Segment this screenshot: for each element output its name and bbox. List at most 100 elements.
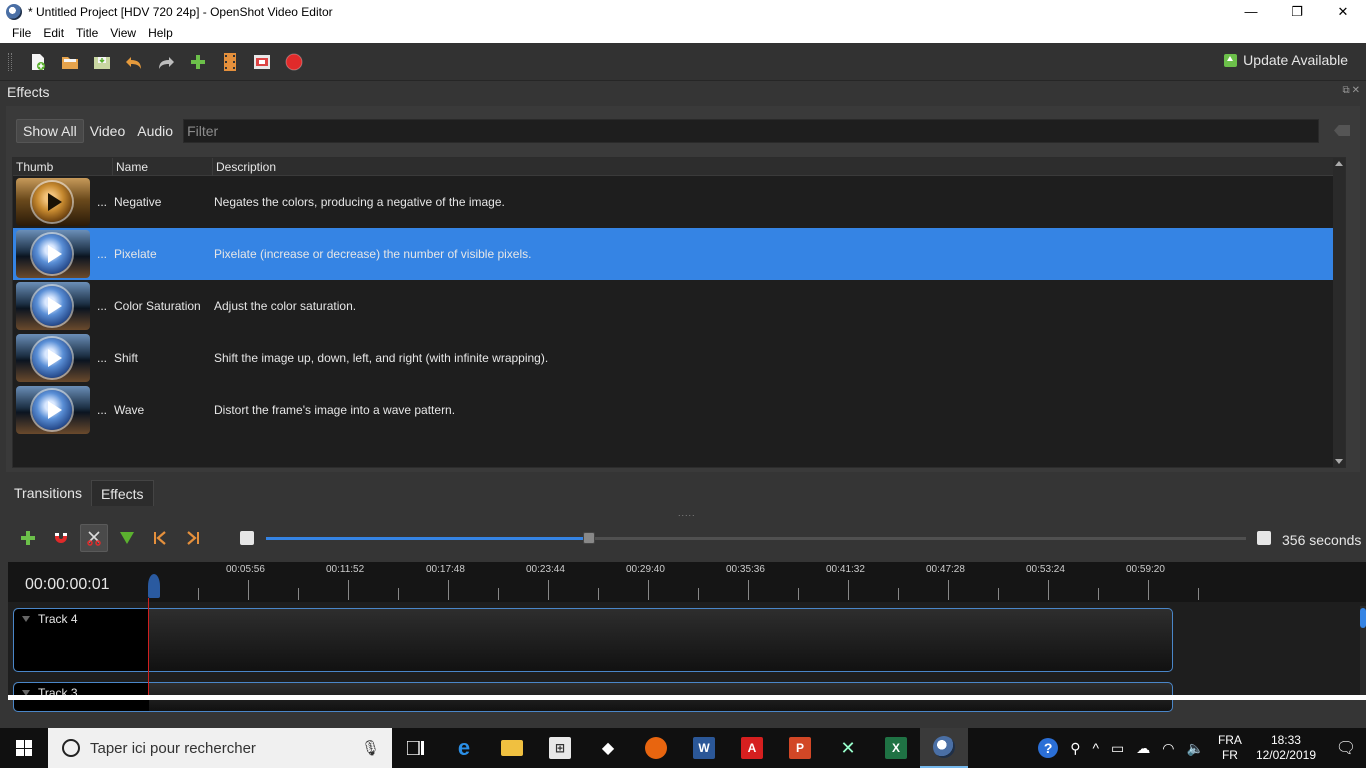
- timeline-scrollbar[interactable]: [1360, 606, 1366, 700]
- ruler-minor-tick: [198, 588, 199, 600]
- taskbar-search[interactable]: Taper ici pour rechercher 🎙: [48, 728, 392, 768]
- minimize-button[interactable]: —: [1228, 0, 1274, 23]
- effects-dock-title: Effects: [7, 84, 50, 100]
- new-project-icon[interactable]: [28, 52, 48, 72]
- help-icon[interactable]: ?: [1038, 738, 1059, 758]
- window-titlebar: * Untitled Project [HDV 720 24p] - OpenS…: [0, 0, 1366, 23]
- action-center-icon[interactable]: 🗨: [1326, 738, 1366, 758]
- start-button[interactable]: [0, 728, 48, 768]
- add-marker-icon[interactable]: [113, 524, 141, 552]
- razor-tool-icon[interactable]: [80, 524, 108, 552]
- snap-magnet-icon[interactable]: [47, 524, 75, 552]
- task-view-icon[interactable]: [392, 728, 440, 768]
- menu-edit[interactable]: Edit: [37, 26, 70, 40]
- save-project-icon[interactable]: [92, 52, 112, 72]
- menu-title[interactable]: Title: [70, 26, 104, 40]
- menu-file[interactable]: File: [6, 26, 37, 40]
- tab-effects[interactable]: Effects: [90, 480, 154, 506]
- splitter-handle[interactable]: .....: [678, 508, 696, 518]
- column-description[interactable]: Description: [213, 158, 1345, 176]
- table-scrollbar[interactable]: [1333, 158, 1345, 467]
- ruler-major-tick: [248, 580, 249, 600]
- microphone-icon[interactable]: 🎙: [361, 739, 380, 757]
- previous-marker-icon[interactable]: [146, 524, 174, 552]
- timeline-scroll-thumb[interactable]: [1360, 608, 1366, 628]
- scroll-up-icon[interactable]: [1335, 161, 1343, 166]
- ruler-label: 00:47:28: [926, 564, 965, 575]
- timeline[interactable]: 00:00:00:01 00:05:56 00:11:52 00:17:48 00:2…: [8, 562, 1366, 712]
- column-name[interactable]: Name: [113, 158, 213, 176]
- show-hidden-icons-icon[interactable]: ^: [1092, 740, 1099, 756]
- open-project-icon[interactable]: [60, 52, 80, 72]
- ruler-major-tick: [1048, 580, 1049, 600]
- column-thumb[interactable]: Thumb: [13, 158, 113, 176]
- dock-close-icon[interactable]: ✕: [1352, 85, 1360, 96]
- store-icon[interactable]: ⊞: [536, 728, 584, 768]
- export-video-icon[interactable]: [284, 52, 304, 72]
- add-track-icon[interactable]: [14, 524, 42, 552]
- redo-icon[interactable]: [156, 52, 176, 72]
- excel-icon[interactable]: X: [872, 728, 920, 768]
- word-icon[interactable]: W: [680, 728, 728, 768]
- input-language[interactable]: FRA FR: [1218, 733, 1242, 763]
- update-available-button[interactable]: Update Available: [1224, 52, 1348, 68]
- table-row[interactable]: ... Wave Distort the frame's image into …: [13, 384, 1345, 436]
- import-files-icon[interactable]: [188, 52, 208, 72]
- track-4[interactable]: Track 4: [13, 608, 1173, 672]
- system-tray: ? ⚲ ^ ▭ ☁ ◠ 🔈 FRA FR 18:33 12/02/2019 🗨: [1032, 728, 1366, 768]
- clear-filter-icon[interactable]: [1334, 125, 1350, 136]
- zoom-slider-handle[interactable]: [583, 532, 596, 544]
- people-icon[interactable]: ⚲: [1070, 740, 1080, 757]
- edge-browser-icon[interactable]: e: [440, 728, 488, 768]
- firefox-icon[interactable]: [632, 728, 680, 768]
- tab-audio[interactable]: Audio: [131, 119, 179, 143]
- wifi-icon[interactable]: ◠: [1162, 740, 1174, 757]
- table-row[interactable]: ... Negative Negates the colors, produci…: [13, 176, 1345, 228]
- dropbox-icon[interactable]: ◆: [584, 728, 632, 768]
- undo-icon[interactable]: [124, 52, 144, 72]
- clock-date: 12/02/2019: [1255, 748, 1316, 762]
- ruler-minor-tick: [898, 588, 899, 600]
- effects-filter-bar: Show All Video Audio: [16, 119, 1352, 143]
- zoom-in-icon[interactable]: [240, 531, 254, 545]
- window-title: * Untitled Project [HDV 720 24p] - OpenS…: [28, 4, 333, 19]
- menu-help[interactable]: Help: [142, 26, 179, 40]
- clock[interactable]: 18:33 12/02/2019: [1256, 733, 1316, 763]
- playhead-handle[interactable]: [148, 574, 160, 598]
- maximize-button[interactable]: ❐: [1274, 0, 1320, 23]
- dock-float-icon[interactable]: ⧉: [1342, 85, 1349, 96]
- volume-icon[interactable]: 🔈: [1187, 740, 1204, 757]
- filter-input[interactable]: [183, 119, 1320, 143]
- choose-profile-icon[interactable]: [220, 52, 240, 72]
- tab-transitions[interactable]: Transitions: [5, 480, 91, 506]
- powerpoint-icon[interactable]: P: [776, 728, 824, 768]
- zoom-out-icon[interactable]: [1257, 531, 1271, 545]
- update-arrow-icon: [1224, 53, 1238, 67]
- file-explorer-icon[interactable]: [488, 728, 536, 768]
- tools-app-icon[interactable]: ✕: [824, 728, 872, 768]
- track-collapse-icon[interactable]: [22, 616, 30, 622]
- tab-show-all[interactable]: Show All: [16, 119, 84, 143]
- next-marker-icon[interactable]: [179, 524, 207, 552]
- close-button[interactable]: ✕: [1320, 0, 1366, 23]
- toolbar-grip[interactable]: [8, 52, 12, 71]
- table-row[interactable]: ... Color Saturation Adjust the color sa…: [13, 280, 1345, 332]
- keyboard-layout: FR: [1221, 748, 1238, 762]
- scroll-down-icon[interactable]: [1335, 459, 1343, 464]
- fullscreen-icon[interactable]: [252, 52, 272, 72]
- timeline-horizontal-scrollbar[interactable]: [8, 695, 1366, 700]
- effect-description: Adjust the color saturation.: [214, 299, 357, 313]
- timeline-ruler[interactable]: 00:00:00:01 00:05:56 00:11:52 00:17:48 00:2…: [8, 562, 1366, 602]
- onedrive-icon[interactable]: ☁: [1136, 740, 1150, 757]
- openshot-taskbar-icon[interactable]: [920, 728, 968, 768]
- tab-video[interactable]: Video: [84, 119, 132, 143]
- acrobat-icon[interactable]: A: [728, 728, 776, 768]
- ruler-label: 00:35:36: [726, 564, 765, 575]
- table-row[interactable]: ... Shift Shift the image up, down, left…: [13, 332, 1345, 384]
- battery-icon[interactable]: ▭: [1111, 740, 1124, 757]
- ruler-minor-tick: [1098, 588, 1099, 600]
- zoom-slider-track[interactable]: [266, 537, 1246, 540]
- menu-view[interactable]: View: [104, 26, 142, 40]
- ruler-minor-tick: [398, 588, 399, 600]
- table-row[interactable]: ... Pixelate Pixelate (increase or decre…: [13, 228, 1345, 280]
